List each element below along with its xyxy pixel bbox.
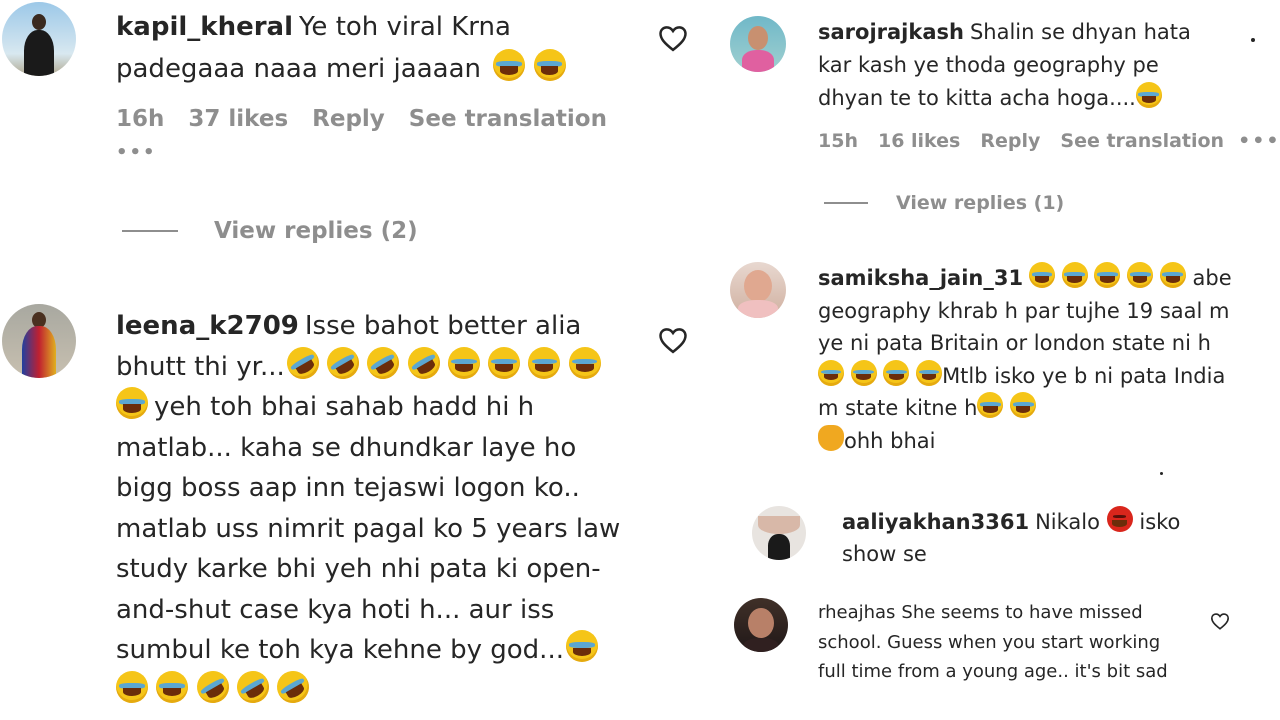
avatar[interactable] [752, 506, 806, 560]
username[interactable]: sarojrajkash [818, 20, 964, 44]
joy-icon [1029, 262, 1056, 289]
username[interactable]: aaliyakhan3361 [842, 510, 1029, 534]
rofl-icon [401, 340, 446, 385]
username[interactable]: leena_k2709 [116, 311, 299, 341]
joy-icon [818, 359, 844, 386]
joy-icon [533, 48, 566, 81]
comment-text: leena_k2709 Isse bahot better alia bhutt … [116, 306, 636, 711]
comment-text: aaliyakhan3361 Nikalo isko show se [842, 506, 1222, 570]
reply-button[interactable]: Reply [312, 106, 385, 132]
joy-icon [488, 346, 521, 379]
replies-line [122, 230, 178, 232]
comment-options-icon[interactable] [1160, 472, 1163, 475]
heart-icon[interactable] [658, 24, 688, 52]
joy-icon [1159, 262, 1186, 289]
joy-icon [883, 359, 910, 386]
joy-icon [568, 346, 601, 379]
comment-text: rheajhas She seems to have missed school.… [818, 598, 1188, 687]
comment-text: samiksha_jain_31 abe geography khrab h p… [818, 262, 1238, 457]
heart-icon[interactable] [658, 326, 688, 354]
joy-icon [1135, 82, 1162, 109]
angry-face-icon [1106, 506, 1133, 533]
comment-text: sarojrajkash Shalin se dhyan hata kar kas… [818, 16, 1218, 115]
view-replies-button[interactable]: View replies (1) [824, 192, 1064, 214]
more-options-icon[interactable]: ••• [1238, 130, 1280, 152]
joy-icon [850, 359, 877, 386]
rofl-icon [230, 664, 275, 709]
joy-icon [528, 346, 561, 379]
joy-icon [116, 387, 148, 420]
comment-body: Nikalo [1035, 510, 1100, 534]
avatar[interactable] [2, 2, 76, 76]
comment-text: kapil_kheral Ye toh viral Krna padegaaa n… [116, 6, 616, 90]
more-options-icon[interactable]: ••• [116, 142, 157, 163]
joy-icon [156, 670, 189, 703]
comment-meta: 16h 37 likes Reply See translation [116, 106, 631, 132]
comment-options-icon[interactable] [1251, 38, 1255, 42]
column-divider [638, 0, 642, 720]
clapping-hands-icon [818, 424, 844, 451]
reply-button[interactable]: Reply [980, 130, 1040, 152]
avatar[interactable] [2, 304, 76, 378]
view-replies-label: View replies (1) [896, 192, 1065, 214]
joy-icon [447, 346, 480, 379]
view-replies-button[interactable]: View replies (2) [122, 218, 418, 244]
username[interactable]: rheajhas [818, 602, 895, 623]
joy-icon [977, 392, 1004, 419]
username[interactable]: samiksha_jain_31 [818, 266, 1023, 290]
rofl-icon [271, 664, 315, 709]
rofl-icon [361, 340, 406, 385]
view-replies-label: View replies (2) [214, 218, 418, 244]
rofl-icon [321, 340, 365, 385]
username[interactable]: kapil_kheral [116, 12, 293, 42]
joy-icon [1010, 392, 1037, 419]
avatar[interactable] [730, 16, 786, 72]
joy-icon [116, 670, 148, 703]
replies-line [824, 202, 868, 204]
avatar[interactable] [730, 262, 786, 318]
avatar[interactable] [734, 598, 788, 652]
timestamp[interactable]: 15h [818, 130, 858, 152]
joy-icon [493, 48, 526, 81]
joy-icon [1127, 262, 1154, 289]
rofl-icon [280, 340, 325, 385]
likes-count[interactable]: 37 likes [188, 106, 288, 132]
comment-body-continued: yeh toh bhai sahab hadd hi h matlab... k… [116, 392, 621, 666]
joy-icon [1094, 262, 1121, 289]
see-translation-button[interactable]: See translation [409, 106, 607, 132]
heart-icon[interactable] [1210, 612, 1230, 630]
rofl-icon [190, 664, 235, 709]
comment-body-end: ohh bhai [844, 428, 936, 453]
joy-icon [916, 359, 943, 386]
likes-count[interactable]: 16 likes [878, 130, 960, 152]
joy-icon [1061, 262, 1088, 289]
comment-meta: 15h 16 likes Reply See translation ••• [818, 130, 1280, 152]
see-translation-button[interactable]: See translation [1060, 130, 1224, 152]
joy-icon [565, 630, 598, 663]
timestamp[interactable]: 16h [116, 106, 164, 132]
